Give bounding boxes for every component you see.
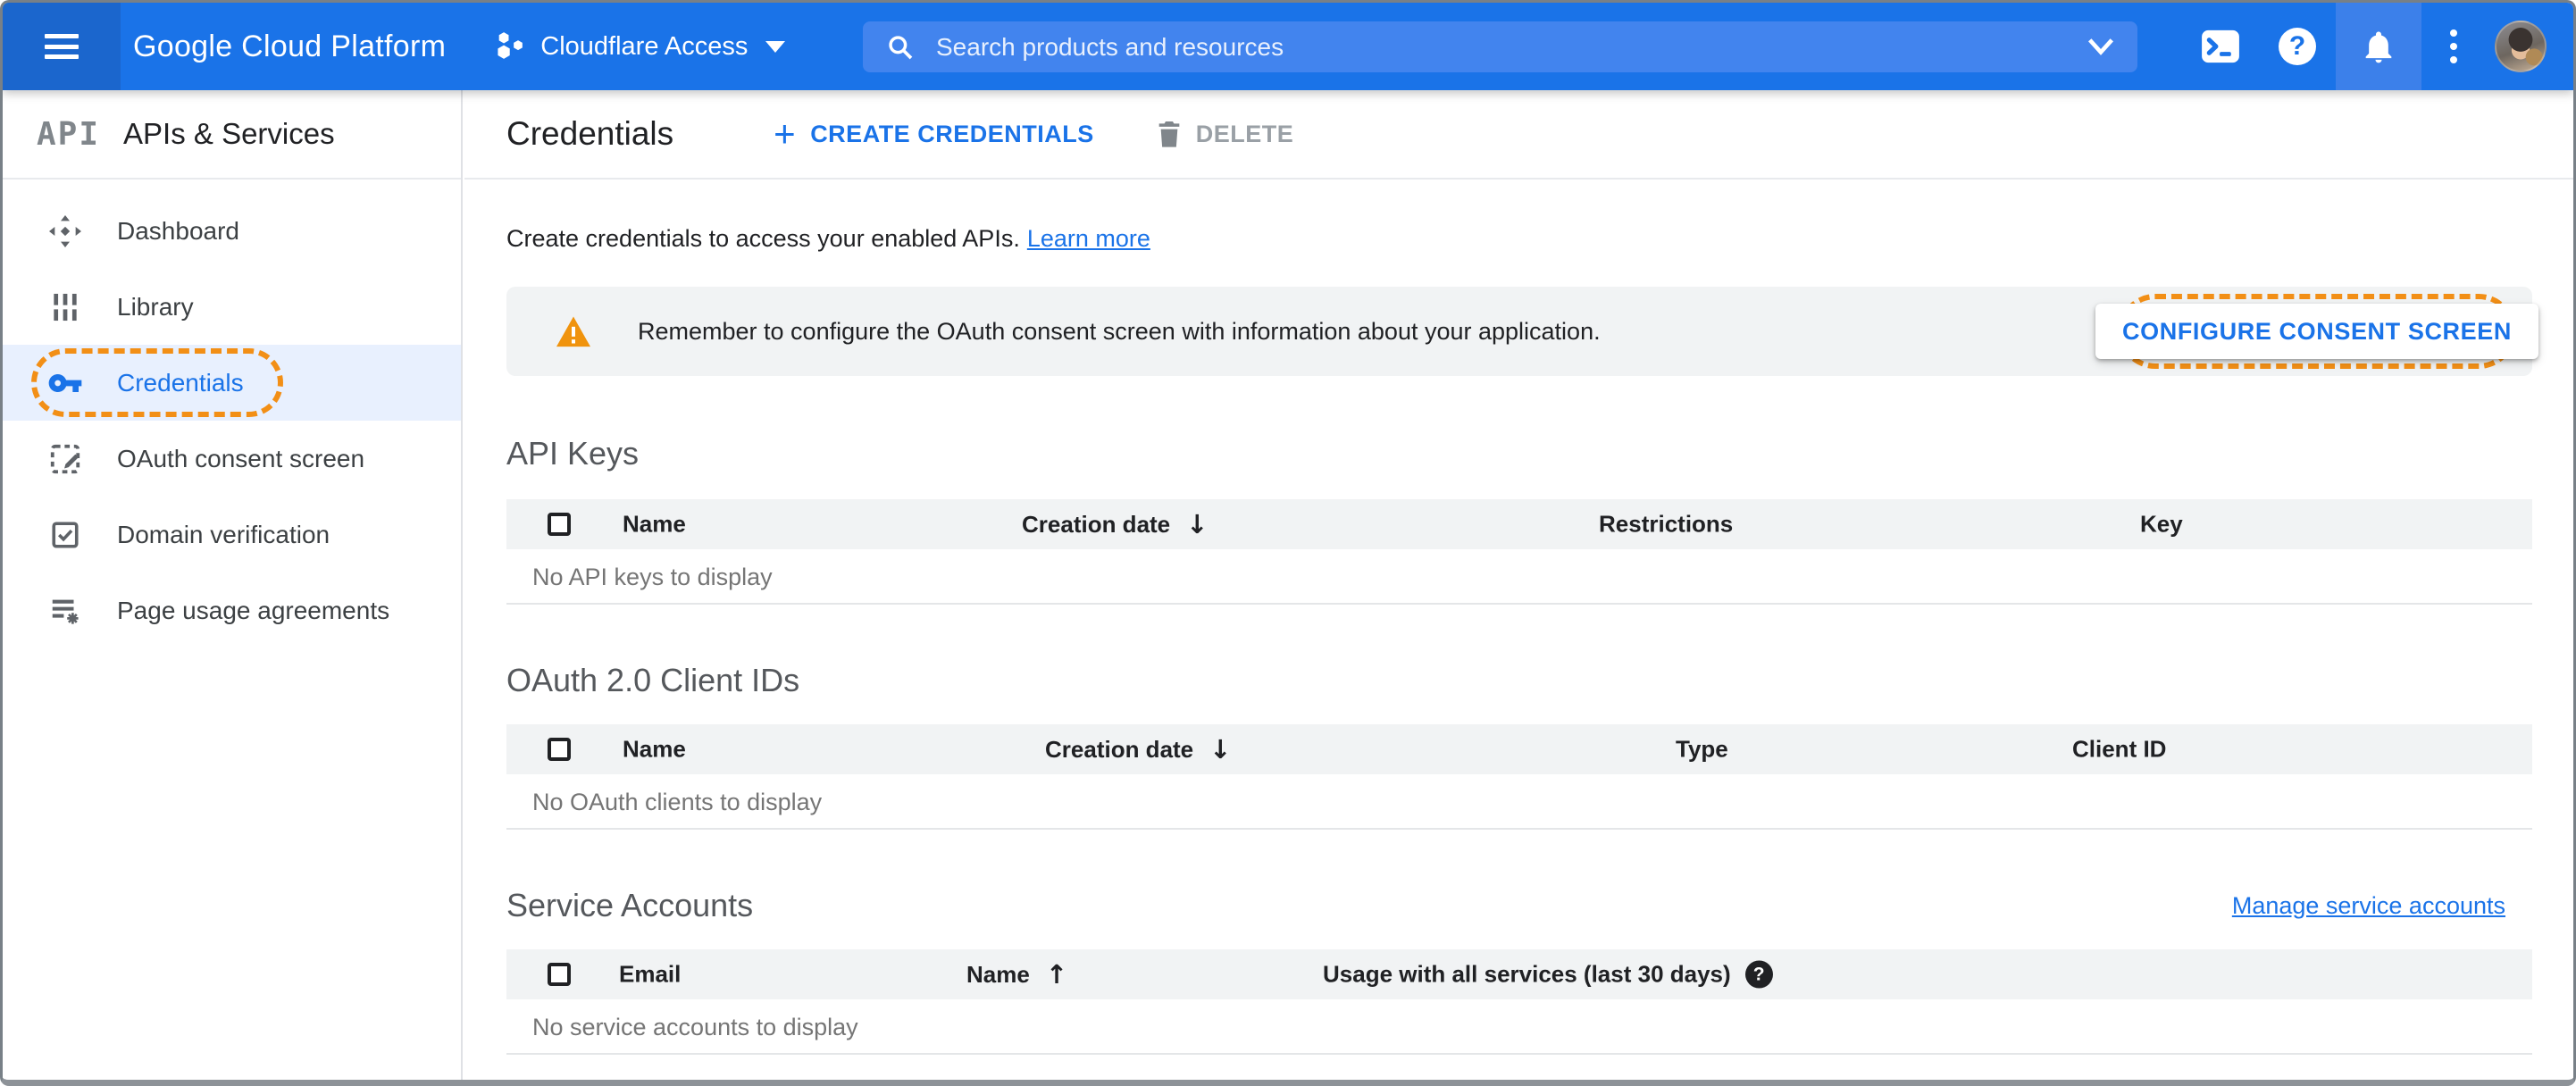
hamburger-icon [45, 34, 79, 59]
sidebar-title: APIs & Services [123, 117, 335, 150]
list-settings-icon [46, 594, 85, 628]
api-keys-table-header: Name Creation date ↓ Restrictions Key [506, 499, 2532, 549]
sidebar-item-dashboard[interactable]: Dashboard [3, 193, 461, 269]
sidebar-item-credentials[interactable]: Credentials [3, 345, 461, 421]
sort-asc-icon[interactable]: ↑ [1046, 959, 1067, 990]
consent-warning-banner: Remember to configure the OAuth consent … [506, 287, 2538, 376]
sort-desc-icon[interactable]: ↓ [1209, 734, 1231, 764]
library-icon [46, 290, 85, 324]
service-accounts-empty-row: No service accounts to display [506, 999, 2532, 1055]
column-header-usage: Usage with all services (last 30 days) ? [1323, 960, 1773, 989]
banner-message: Remember to configure the OAuth consent … [638, 317, 1601, 345]
search-input[interactable]: Search products and resources [936, 33, 2087, 62]
top-app-bar: Google Cloud Platform Cloudflare Access … [3, 3, 2573, 90]
content-area: Create credentials to access your enable… [464, 221, 2573, 1055]
sidebar-item-library[interactable]: Library [3, 269, 461, 345]
create-credentials-button[interactable]: + CREATE CREDENTIALS [774, 115, 1094, 153]
main-menu-button[interactable] [3, 3, 121, 90]
project-selector[interactable]: Cloudflare Access [494, 30, 786, 63]
sidebar-nav: Dashboard Library Credentials OAuth cons… [3, 180, 461, 648]
sidebar: API APIs & Services Dashboard Library Cr… [3, 90, 463, 1080]
configure-consent-screen-button[interactable]: CONFIGURE CONSENT SCREEN [2095, 304, 2538, 359]
more-options-button[interactable] [2421, 3, 2486, 90]
cloud-shell-icon [2202, 29, 2239, 63]
intro-text: Create credentials to access your enable… [506, 225, 1150, 252]
select-all-checkbox[interactable] [548, 513, 571, 536]
manage-service-accounts-link[interactable]: Manage service accounts [2232, 892, 2505, 920]
column-header-creation-date[interactable]: Creation date ↓ [1045, 734, 1231, 764]
column-header-email: Email [619, 960, 682, 988]
key-icon [46, 365, 85, 401]
topbar-actions: ? [2182, 3, 2573, 90]
sidebar-item-page-usage-agreements[interactable]: Page usage agreements [3, 572, 461, 648]
project-hexagons-icon [498, 32, 523, 59]
column-header-key: Key [2140, 510, 2183, 538]
column-header-restrictions: Restrictions [1599, 510, 1734, 538]
trash-icon [1158, 121, 1180, 147]
sort-desc-icon[interactable]: ↓ [1186, 509, 1208, 539]
bell-icon [2365, 31, 2392, 63]
dashboard-icon [46, 213, 85, 249]
plus-icon: + [774, 113, 797, 155]
api-product-logo: API [37, 115, 101, 153]
select-all-checkbox[interactable] [548, 738, 571, 761]
api-keys-empty-row: No API keys to display [506, 549, 2532, 605]
gcp-console-window: Google Cloud Platform Cloudflare Access … [0, 0, 2576, 1086]
warning-icon [556, 316, 590, 347]
oauth-clients-empty-row: No OAuth clients to display [506, 774, 2532, 830]
verified-checkbox-icon [46, 519, 85, 551]
column-header-client-id: Client ID [2072, 735, 2167, 763]
project-caret-icon [765, 40, 786, 53]
delete-button[interactable]: DELETE [1155, 118, 1294, 150]
service-accounts-table-header: Email Name ↑ Usage with all services (la… [506, 949, 2532, 999]
avatar[interactable] [2495, 21, 2547, 72]
help-button[interactable]: ? [2259, 3, 2336, 90]
page-title: Credentials [506, 115, 674, 152]
select-all-checkbox[interactable] [548, 963, 571, 986]
sidebar-item-oauth-consent-screen[interactable]: OAuth consent screen [3, 421, 461, 497]
column-header-type: Type [1676, 735, 1728, 763]
notifications-button[interactable] [2336, 3, 2421, 90]
sidebar-header: API APIs & Services [3, 90, 461, 180]
kebab-icon [2450, 29, 2457, 63]
section-title-service-accounts: Service Accounts [506, 887, 754, 923]
tutorial-highlight-outline: CONFIGURE CONSENT SCREEN [2095, 294, 2538, 369]
column-header-name: Name [623, 735, 686, 763]
column-header-creation-date[interactable]: Creation date ↓ [1022, 509, 1208, 539]
consent-screen-icon [46, 442, 85, 476]
search-options-chevron-icon[interactable] [2087, 38, 2114, 57]
service-accounts-title-row: Service Accounts Manage service accounts [506, 885, 2532, 926]
help-icon: ? [2279, 28, 2316, 65]
search-bar[interactable]: Search products and resources [863, 21, 2137, 72]
project-name: Cloudflare Access [540, 31, 749, 61]
column-header-name: Name [623, 510, 686, 538]
learn-more-link[interactable]: Learn more [1027, 225, 1150, 252]
search-icon [889, 35, 913, 59]
sidebar-item-domain-verification[interactable]: Domain verification [3, 497, 461, 572]
page-header: Credentials + CREATE CREDENTIALS DELETE [464, 90, 2573, 180]
oauth-clients-table-header: Name Creation date ↓ Type Client ID [506, 724, 2532, 774]
gcp-logo[interactable]: Google Cloud Platform [133, 29, 446, 64]
cloud-shell-button[interactable] [2182, 3, 2259, 90]
section-title-api-keys: API Keys [506, 435, 640, 472]
usage-help-icon[interactable]: ? [1744, 960, 1773, 989]
column-header-name[interactable]: Name ↑ [966, 959, 1067, 990]
main-content: Credentials + CREATE CREDENTIALS DELETE … [464, 90, 2573, 1080]
section-title-oauth-clients: OAuth 2.0 Client IDs [506, 662, 800, 698]
